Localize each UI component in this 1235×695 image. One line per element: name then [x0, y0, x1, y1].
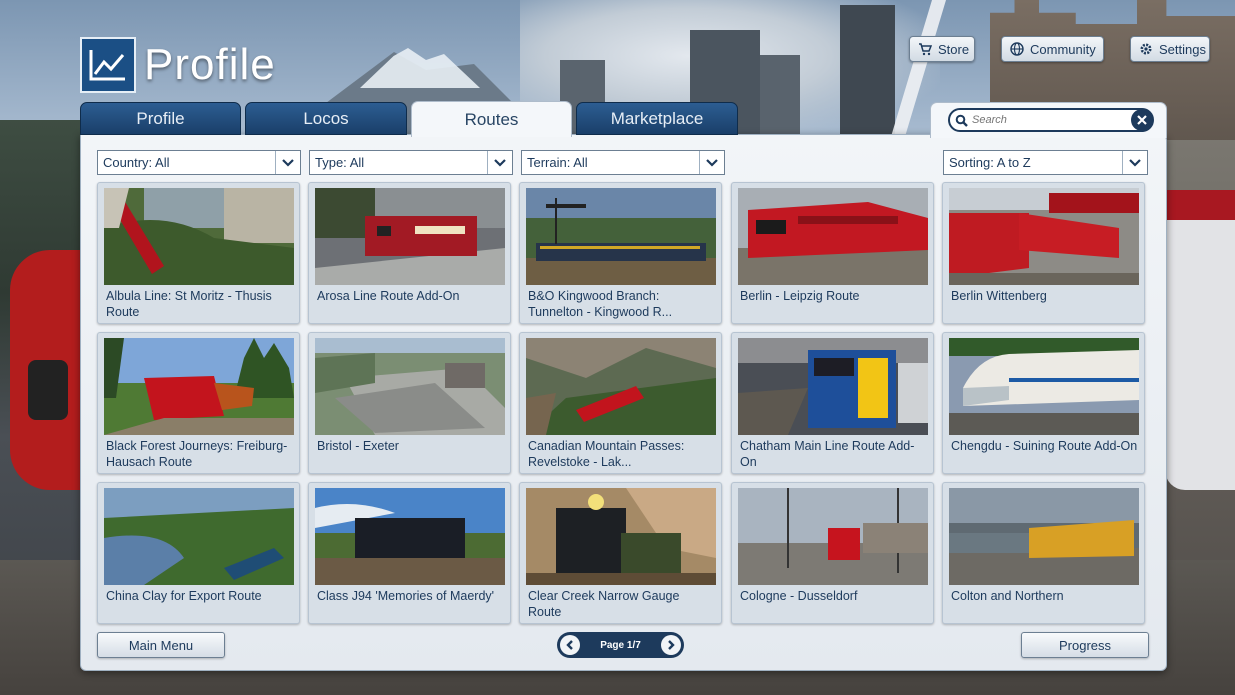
search-box[interactable] — [948, 108, 1154, 132]
tab-locos[interactable]: Locos — [245, 102, 407, 135]
globe-icon — [1010, 42, 1024, 56]
country-filter-label: Country: All — [103, 155, 170, 170]
store-label: Store — [938, 41, 970, 57]
route-title: China Clay for Export Route — [106, 589, 262, 603]
chevron-right-icon[interactable] — [661, 635, 681, 655]
route-thumbnail — [315, 188, 505, 285]
community-label: Community — [1030, 41, 1096, 57]
route-thumbnail — [738, 338, 928, 435]
route-title: Clear Creek Narrow Gauge Route — [528, 589, 680, 619]
tab-routes[interactable]: Routes — [411, 101, 572, 137]
route-card[interactable]: Chengdu - Suining Route Add-On — [942, 332, 1145, 474]
pagination: Page 1/7 — [557, 632, 684, 658]
route-title: Bristol - Exeter — [317, 439, 399, 453]
cart-icon — [918, 42, 932, 56]
terrain-filter-label: Terrain: All — [527, 155, 588, 170]
chart-line-icon — [80, 37, 136, 93]
store-button[interactable]: Store — [909, 36, 975, 62]
route-card[interactable]: Black Forest Journeys: Freiburg-Hausach … — [97, 332, 300, 474]
chevron-down-icon — [275, 151, 300, 174]
route-card[interactable]: Class J94 'Memories of Maerdy' — [308, 482, 511, 624]
search-input[interactable] — [970, 114, 1124, 126]
tab-marketplace[interactable]: Marketplace — [576, 102, 738, 135]
route-title: Chatham Main Line Route Add-On — [740, 439, 915, 469]
route-thumbnail — [949, 338, 1139, 435]
route-thumbnail — [526, 338, 716, 435]
chevron-down-icon — [487, 151, 512, 174]
route-thumbnail — [315, 488, 505, 585]
type-filter-label: Type: All — [315, 155, 365, 170]
route-card[interactable]: Arosa Line Route Add-On — [308, 182, 511, 324]
route-title: B&O Kingwood Branch: Tunnelton - Kingwoo… — [528, 289, 673, 319]
terrain-filter-dropdown[interactable]: Terrain: All — [521, 150, 725, 175]
settings-label: Settings — [1159, 41, 1206, 57]
route-title: Chengdu - Suining Route Add-On — [951, 439, 1138, 453]
route-card[interactable]: Cologne - Dusseldorf — [731, 482, 934, 624]
chevron-left-icon[interactable] — [560, 635, 580, 655]
route-thumbnail — [738, 188, 928, 285]
sorting-dropdown[interactable]: Sorting: A to Z — [943, 150, 1148, 175]
page-header: Profile — [80, 37, 276, 93]
search-icon — [952, 111, 970, 129]
route-thumbnail — [526, 188, 716, 285]
route-title: Cologne - Dusseldorf — [740, 589, 858, 603]
route-title: Berlin - Leipzig Route — [740, 289, 860, 303]
page-title: Profile — [144, 40, 276, 89]
route-thumbnail — [949, 488, 1139, 585]
route-card[interactable]: Canadian Mountain Passes: Revelstoke - L… — [519, 332, 722, 474]
route-card[interactable]: China Clay for Export Route — [97, 482, 300, 624]
route-card[interactable]: Colton and Northern — [942, 482, 1145, 624]
route-title: Berlin Wittenberg — [951, 289, 1047, 303]
route-card[interactable]: Bristol - Exeter — [308, 332, 511, 474]
page-indicator: Page 1/7 — [600, 639, 641, 651]
route-card[interactable]: Berlin - Leipzig Route — [731, 182, 934, 324]
route-title: Arosa Line Route Add-On — [317, 289, 460, 303]
route-card[interactable]: Albula Line: St Moritz - Thusis Route — [97, 182, 300, 324]
route-title: Black Forest Journeys: Freiburg-Hausach … — [106, 439, 288, 469]
type-filter-dropdown[interactable]: Type: All — [309, 150, 513, 175]
route-title: Albula Line: St Moritz - Thusis Route — [106, 289, 272, 319]
route-thumbnail — [738, 488, 928, 585]
route-title: Canadian Mountain Passes: Revelstoke - L… — [528, 439, 685, 469]
community-button[interactable]: Community — [1001, 36, 1104, 62]
route-thumbnail — [104, 338, 294, 435]
route-card[interactable]: Chatham Main Line Route Add-On — [731, 332, 934, 474]
route-card[interactable]: Clear Creek Narrow Gauge Route — [519, 482, 722, 624]
country-filter-dropdown[interactable]: Country: All — [97, 150, 301, 175]
settings-button[interactable]: Settings — [1130, 36, 1210, 62]
chevron-down-icon — [1122, 151, 1147, 174]
route-thumbnail — [315, 338, 505, 435]
route-title: Class J94 'Memories of Maerdy' — [317, 589, 495, 603]
chevron-down-icon — [699, 151, 724, 174]
route-title: Colton and Northern — [951, 589, 1064, 603]
main-menu-button[interactable]: Main Menu — [97, 632, 225, 658]
route-card[interactable]: B&O Kingwood Branch: Tunnelton - Kingwoo… — [519, 182, 722, 324]
close-icon[interactable] — [1131, 109, 1153, 131]
sorting-label: Sorting: A to Z — [949, 155, 1031, 170]
route-thumbnail — [104, 488, 294, 585]
route-card[interactable]: Berlin Wittenberg — [942, 182, 1145, 324]
tab-profile[interactable]: Profile — [80, 102, 241, 135]
progress-button[interactable]: Progress — [1021, 632, 1149, 658]
route-thumbnail — [949, 188, 1139, 285]
route-thumbnail — [526, 488, 716, 585]
route-thumbnail — [104, 188, 294, 285]
gear-icon — [1139, 42, 1153, 56]
